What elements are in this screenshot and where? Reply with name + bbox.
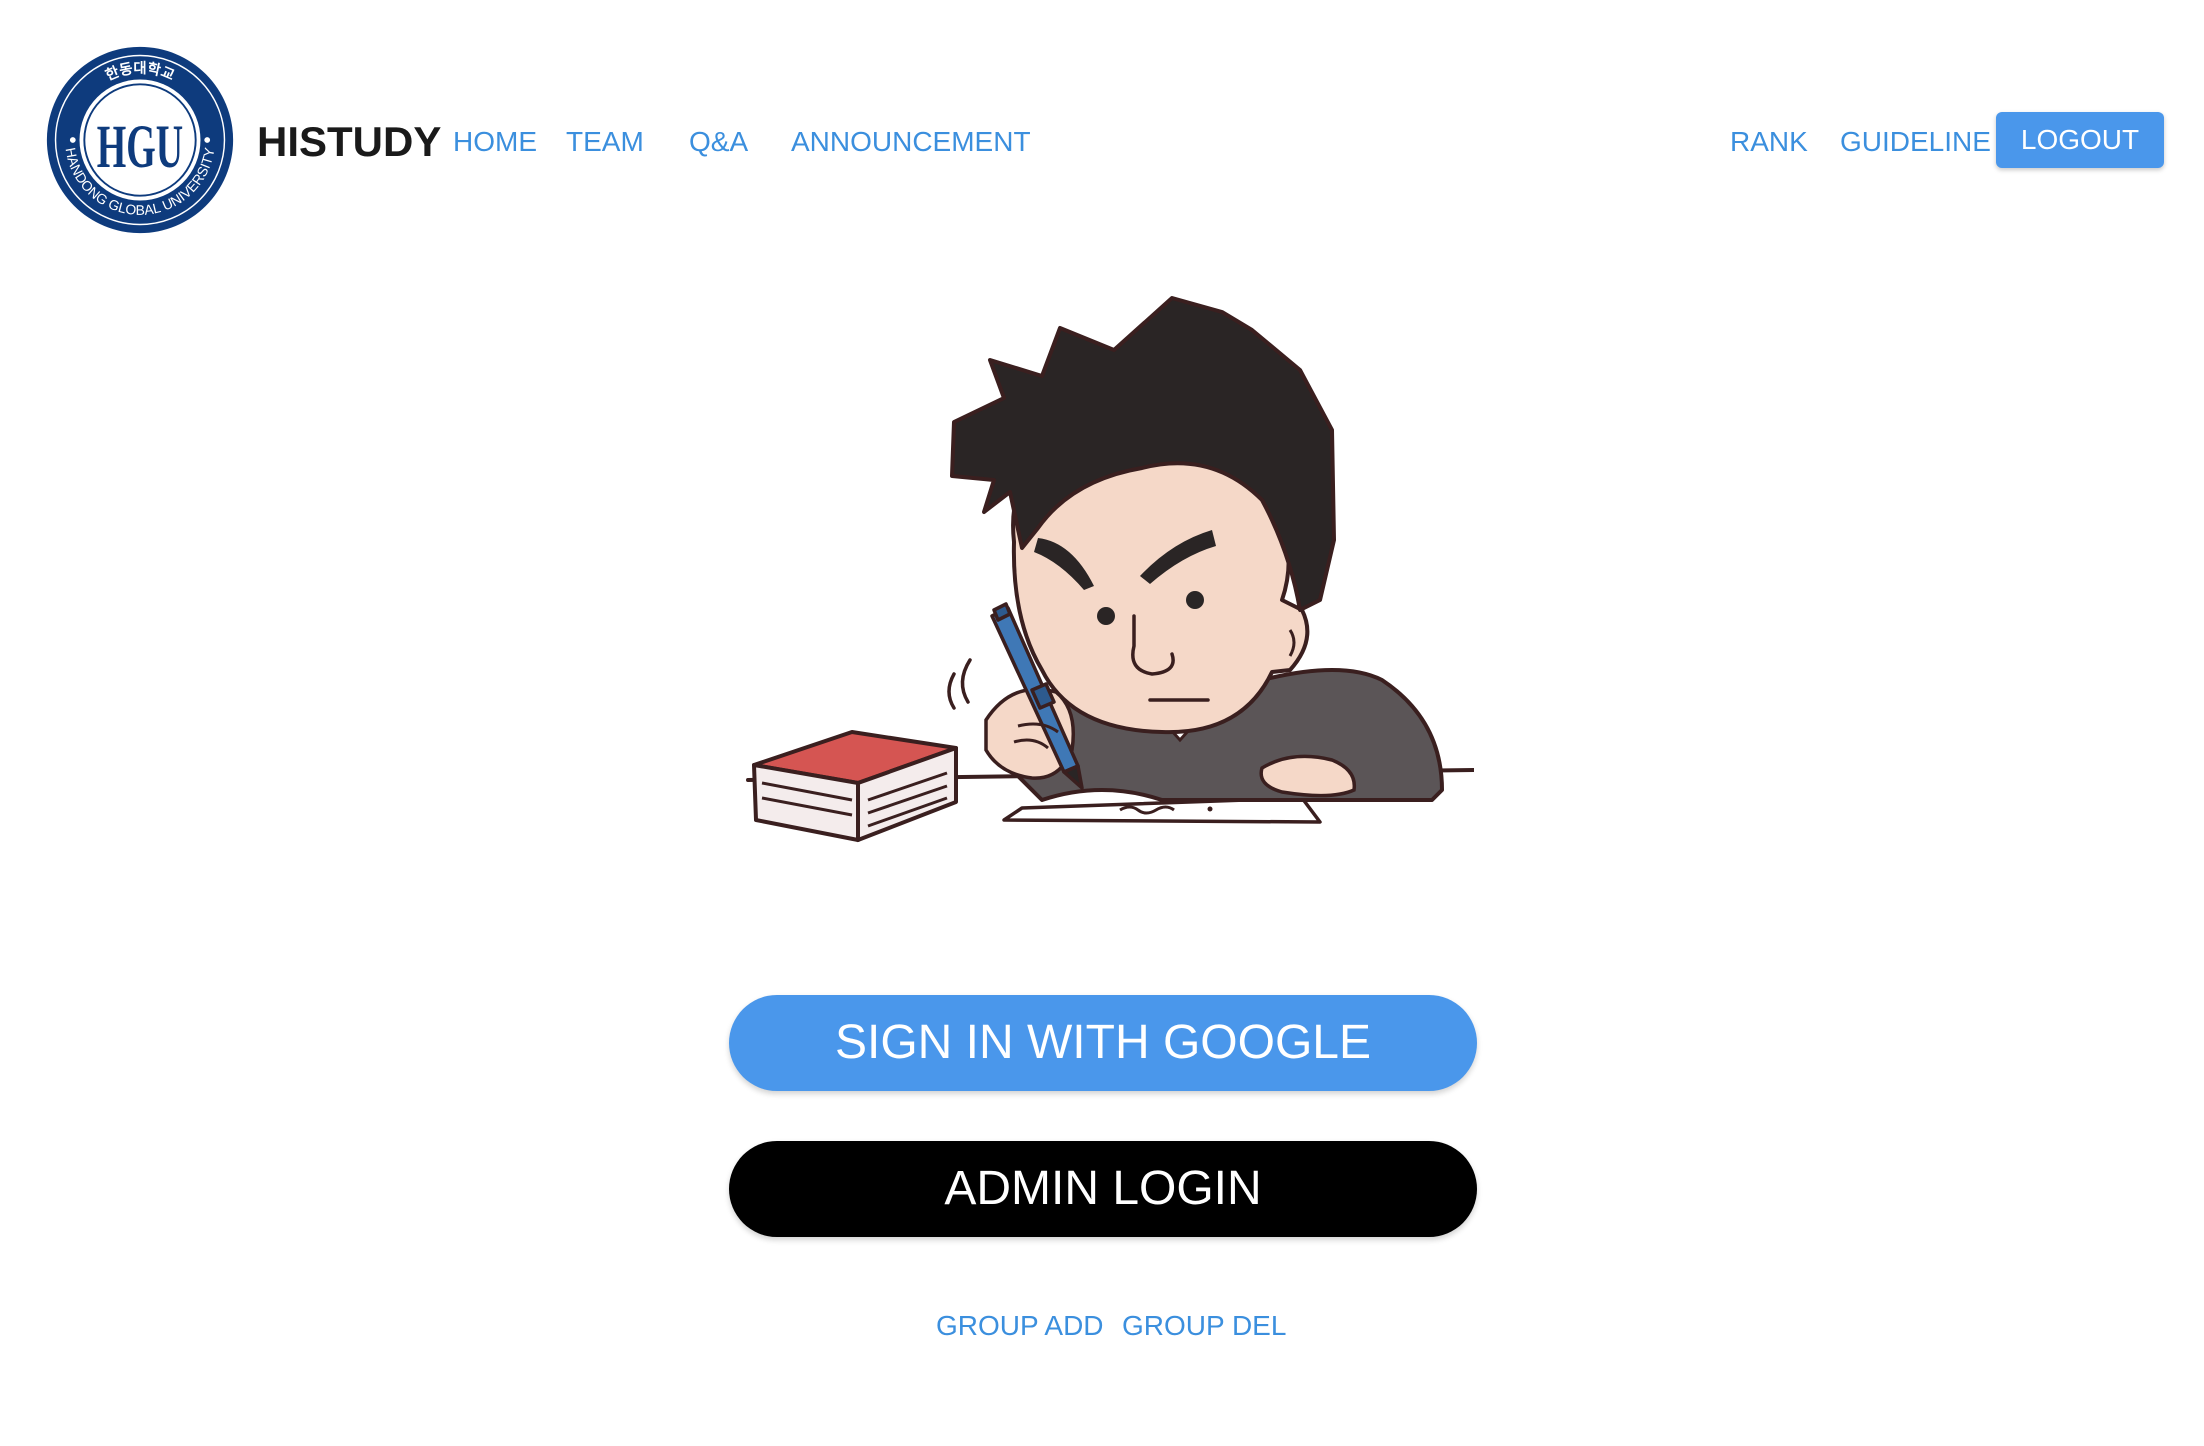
group-add-link[interactable]: GROUP ADD (936, 1308, 1104, 1344)
group-del-link[interactable]: GROUP DEL (1122, 1308, 1286, 1344)
admin-login-button[interactable]: ADMIN LOGIN (729, 1141, 1477, 1237)
student-studying-illustration (742, 280, 1474, 846)
hgu-logo[interactable]: 한동대학교 HANDONG GLOBAL UNIVERSITY HGU (44, 44, 236, 236)
logout-button[interactable]: LOGOUT (1996, 112, 2164, 168)
nav-rank[interactable]: RANK (1730, 124, 1808, 160)
student-studying-icon (746, 296, 1474, 842)
nav-announcement[interactable]: ANNOUNCEMENT (791, 124, 1031, 160)
book-stack (752, 730, 958, 842)
sign-in-with-google-button[interactable]: SIGN IN WITH GOOGLE (729, 995, 1477, 1091)
page: 한동대학교 HANDONG GLOBAL UNIVERSITY HGU HIST… (0, 0, 2204, 1446)
nav-guideline[interactable]: GUIDELINE (1840, 124, 1991, 160)
seal-monogram: HGU (97, 113, 183, 181)
nav-home[interactable]: HOME (453, 124, 537, 160)
nav-team[interactable]: TEAM (566, 124, 644, 160)
nav-qna[interactable]: Q&A (689, 124, 748, 160)
brand-title[interactable]: HISTUDY (257, 114, 441, 170)
hgu-seal-icon: 한동대학교 HANDONG GLOBAL UNIVERSITY HGU (46, 46, 234, 234)
